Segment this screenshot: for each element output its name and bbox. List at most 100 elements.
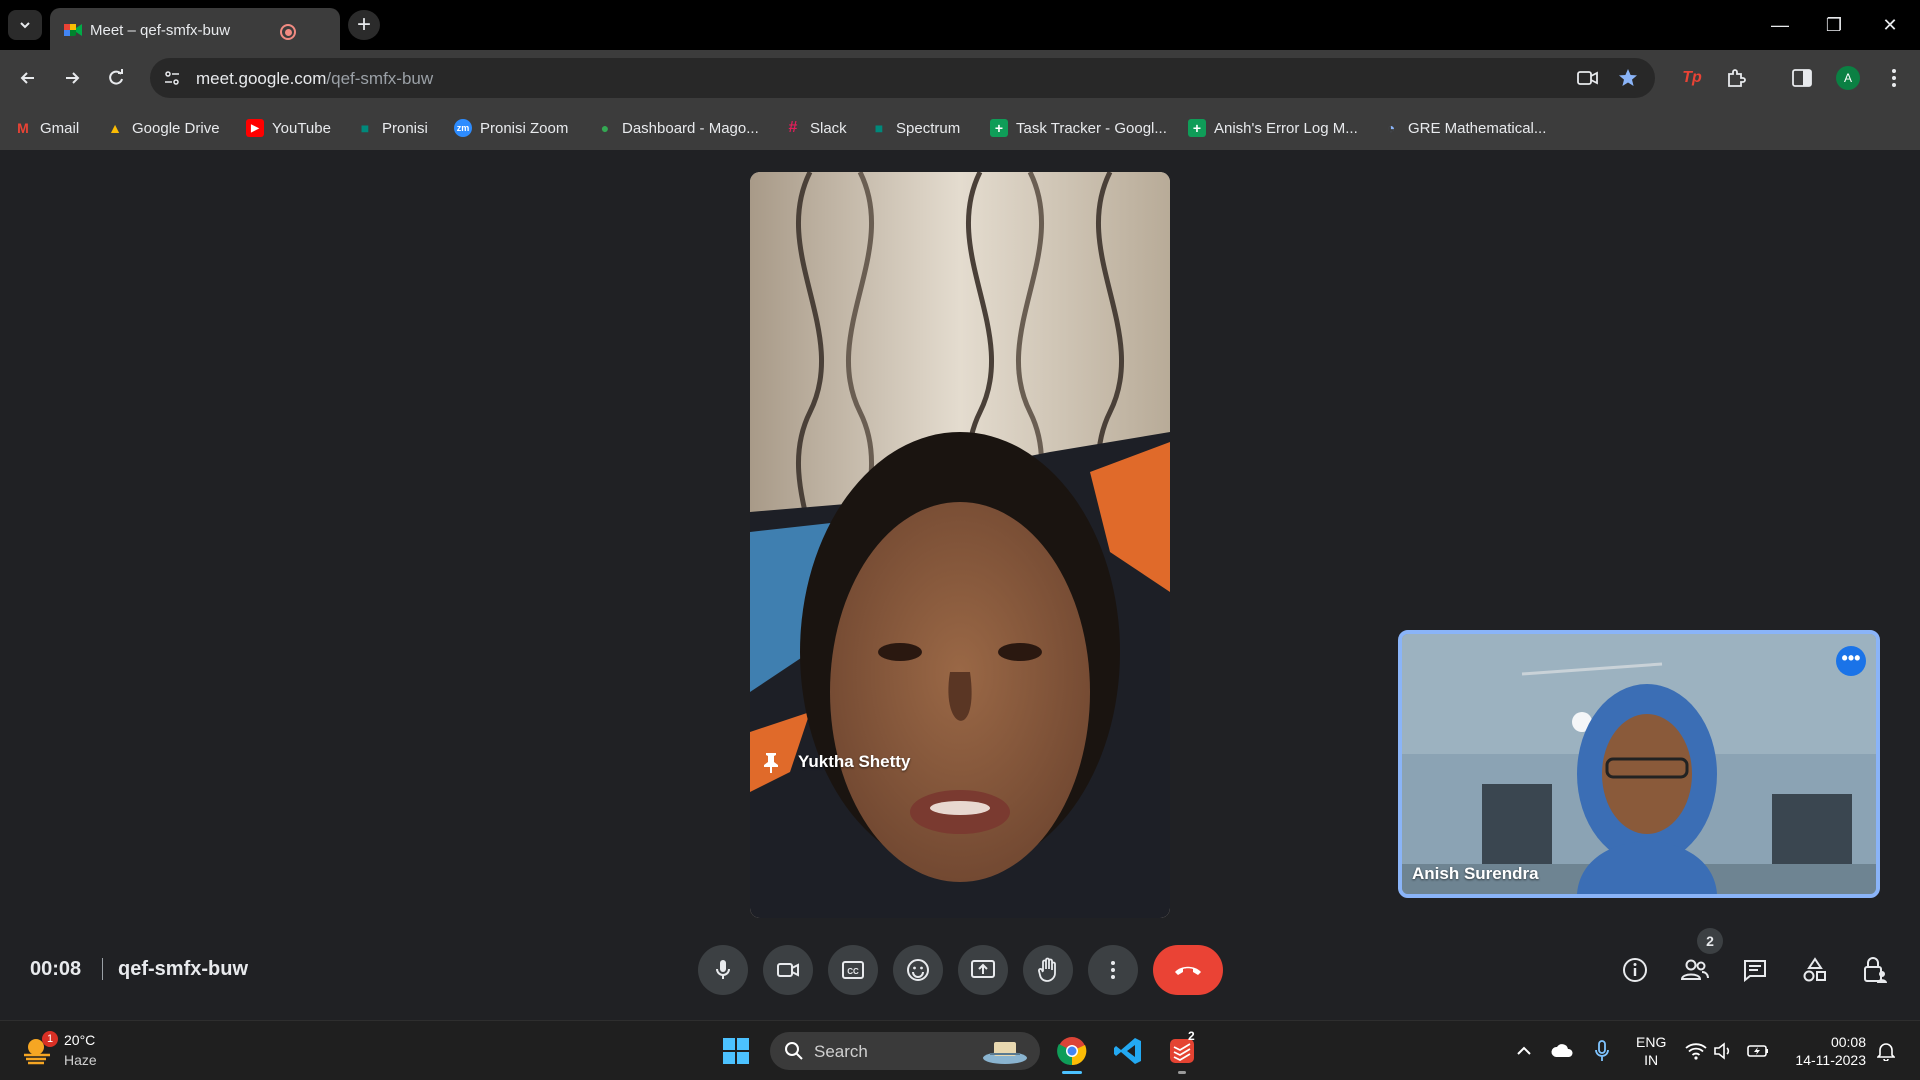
- taskbar-vscode[interactable]: [1110, 1033, 1146, 1069]
- taskbar-todoist[interactable]: 2: [1164, 1029, 1200, 1074]
- camera-icon: [777, 963, 799, 977]
- bookmark-task-tracker[interactable]: + Task Tracker - Googl...: [990, 116, 1167, 140]
- active-app-indicator: [1062, 1071, 1082, 1074]
- wifi-icon: [1685, 1043, 1707, 1060]
- kebab-menu-icon: [1111, 961, 1115, 979]
- people-icon: [1680, 959, 1709, 980]
- search-placeholder: Search: [814, 1042, 868, 1061]
- bookmark-label: Dashboard - Mago...: [622, 119, 759, 137]
- dashboard-icon: ●: [600, 120, 610, 136]
- taskbar-chrome[interactable]: [1054, 1033, 1090, 1074]
- minimize-button[interactable]: —: [1760, 10, 1800, 40]
- bookmark-label: GRE Mathematical...: [1408, 119, 1547, 137]
- bookmark-label: Pronisi: [382, 119, 428, 137]
- show-hidden-icons-button[interactable]: [1512, 1039, 1536, 1063]
- bookmark-spectrum[interactable]: ■ Spectrum: [870, 116, 960, 140]
- microphone-button[interactable]: [698, 945, 748, 995]
- browser-tab-meet[interactable]: Meet – qef-smfx-buw ✕: [50, 8, 378, 50]
- browser-menu-button[interactable]: [1878, 62, 1910, 94]
- raise-hand-button[interactable]: [1023, 945, 1073, 995]
- bookmark-dashboard[interactable]: ● Dashboard - Mago...: [596, 116, 759, 140]
- search-icon: [785, 1042, 803, 1060]
- bookmark-star-icon[interactable]: [1616, 66, 1640, 90]
- bookmark-gmail[interactable]: M Gmail: [14, 116, 79, 140]
- notification-badge: 1: [42, 1031, 58, 1047]
- bookmark-pronisi-zoom[interactable]: zm Pronisi Zoom: [454, 116, 568, 140]
- meet-icon: ■: [360, 120, 370, 136]
- microphone-icon: [716, 960, 730, 979]
- chevron-up-icon: [1517, 1046, 1531, 1055]
- people-button[interactable]: [1677, 952, 1713, 988]
- region-code: IN: [1644, 1052, 1659, 1068]
- activities-button[interactable]: [1797, 952, 1833, 988]
- leave-call-button[interactable]: [1153, 945, 1223, 995]
- bookmark-pronisi[interactable]: ■ Pronisi: [356, 116, 428, 140]
- restore-button[interactable]: ❐: [1814, 10, 1854, 40]
- site-info-icon[interactable]: [160, 66, 184, 90]
- language-indicator[interactable]: ENG IN: [1636, 1033, 1666, 1069]
- sheets-icon: +: [990, 119, 1008, 137]
- tab-search-button[interactable]: [8, 10, 42, 40]
- extension-tp-button[interactable]: Tp: [1676, 62, 1708, 94]
- url-text: meet.google.com/qef-smfx-buw: [196, 69, 433, 89]
- onedrive-button[interactable]: [1550, 1039, 1574, 1063]
- arrow-left-icon: [20, 72, 34, 84]
- taskbar-search[interactable]: Search: [770, 1032, 1040, 1070]
- new-tab-button[interactable]: +: [348, 10, 380, 40]
- bookmark-slack[interactable]: # Slack: [784, 116, 847, 140]
- hand-icon: [1038, 957, 1056, 982]
- camera-in-use-icon[interactable]: [1576, 66, 1600, 90]
- weather-widget[interactable]: 1: [22, 1031, 58, 1067]
- arrow-right-icon: [66, 72, 80, 84]
- browser-toolbar: meet.google.com/qef-smfx-buw Tp A: [0, 50, 1920, 106]
- participant-tile-self[interactable]: ••• Anish Surendra: [1398, 630, 1880, 898]
- system-clock[interactable]: 00:08 14-11-2023: [1786, 1033, 1866, 1069]
- bookmark-youtube[interactable]: ▶ YouTube: [246, 116, 331, 140]
- participant-name: Anish Surendra: [1412, 864, 1539, 883]
- microphone-icon: [1595, 1040, 1609, 1061]
- side-panel-button[interactable]: [1786, 62, 1818, 94]
- reload-icon: [109, 69, 123, 85]
- camera-button[interactable]: [763, 945, 813, 995]
- microphone-in-use-button[interactable]: [1590, 1039, 1614, 1063]
- meet-icon: ■: [874, 120, 884, 136]
- wifi-button[interactable]: [1684, 1039, 1708, 1063]
- extensions-button[interactable]: [1720, 62, 1752, 94]
- forward-button[interactable]: [56, 62, 88, 94]
- bookmark-error-log[interactable]: + Anish's Error Log M...: [1188, 116, 1358, 140]
- chevron-down-icon: [20, 22, 30, 29]
- start-button[interactable]: [718, 1033, 754, 1069]
- profile-button[interactable]: A: [1832, 62, 1864, 94]
- meet-icon: [64, 24, 82, 36]
- divider: [102, 958, 103, 980]
- battery-button[interactable]: [1746, 1039, 1770, 1063]
- address-bar[interactable]: meet.google.com/qef-smfx-buw: [150, 58, 1655, 98]
- reactions-button[interactable]: [893, 945, 943, 995]
- more-options-button[interactable]: •••: [1836, 646, 1866, 676]
- host-controls-button[interactable]: [1857, 952, 1893, 988]
- captions-button[interactable]: CC: [828, 945, 878, 995]
- chat-button[interactable]: [1737, 952, 1773, 988]
- side-panel-icon: [1792, 69, 1812, 87]
- bookmark-label: Pronisi Zoom: [480, 119, 569, 137]
- meeting-details-button[interactable]: [1617, 952, 1653, 988]
- url-path: /qef-smfx-buw: [326, 69, 434, 88]
- reload-button[interactable]: [100, 62, 132, 94]
- pin-icon[interactable]: [762, 752, 780, 774]
- bookmark-label: Gmail: [40, 119, 80, 137]
- bookmark-gre[interactable]: ◔ GRE Mathematical...: [1382, 116, 1547, 140]
- recording-indicator-icon: [280, 24, 296, 40]
- back-button[interactable]: [12, 62, 44, 94]
- tp-icon: Tp: [1682, 69, 1702, 86]
- bell-icon: [1877, 1043, 1895, 1061]
- participant-name: Yuktha Shetty: [798, 752, 911, 771]
- emoji-icon: [907, 959, 929, 981]
- notifications-button[interactable]: [1874, 1039, 1898, 1063]
- volume-button[interactable]: [1712, 1039, 1736, 1063]
- present-screen-button[interactable]: [958, 945, 1008, 995]
- bookmark-google-drive[interactable]: ▲ Google Drive: [106, 116, 219, 140]
- weather-temperature: 20°C: [64, 1032, 96, 1048]
- participant-tile-main[interactable]: Yuktha Shetty: [750, 172, 1170, 918]
- window-close-button[interactable]: ✕: [1870, 10, 1910, 40]
- more-options-button[interactable]: [1088, 945, 1138, 995]
